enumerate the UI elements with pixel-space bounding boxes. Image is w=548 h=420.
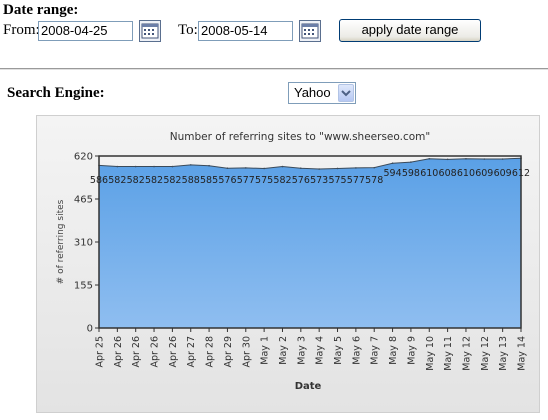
data-label: 577 bbox=[237, 175, 255, 186]
x-tick-label: May 13 bbox=[498, 336, 509, 371]
apply-date-range-button[interactable]: apply date range bbox=[339, 19, 481, 42]
data-label: 575 bbox=[328, 175, 346, 186]
x-tick-label: Apr 28 bbox=[205, 336, 216, 368]
x-tick-label: May 4 bbox=[315, 336, 326, 365]
data-label: 578 bbox=[365, 175, 383, 186]
x-tick-label: May 7 bbox=[370, 336, 381, 365]
data-point bbox=[465, 157, 467, 160]
calendar-icon bbox=[301, 23, 319, 39]
data-point bbox=[318, 168, 320, 170]
data-label: 573 bbox=[310, 175, 328, 186]
data-label: 582 bbox=[145, 175, 163, 186]
x-tick-label: May 14 bbox=[517, 336, 528, 371]
x-tick-label: May 5 bbox=[333, 336, 344, 365]
data-point bbox=[483, 158, 486, 160]
x-tick-label: Apr 27 bbox=[186, 336, 197, 368]
from-date-input[interactable]: 2008-04-25 bbox=[38, 21, 133, 41]
data-point bbox=[410, 161, 412, 163]
x-tick-label: May 12 bbox=[461, 336, 472, 371]
data-point bbox=[373, 166, 376, 169]
x-tick-label: May 9 bbox=[406, 336, 417, 365]
x-axis-label: Date bbox=[295, 381, 322, 392]
data-point bbox=[226, 167, 229, 170]
y-tick-label: 0 bbox=[87, 324, 93, 335]
data-label: 598 bbox=[402, 168, 420, 179]
data-point bbox=[208, 164, 210, 167]
y-axis-label: # of referring sites bbox=[56, 199, 66, 284]
x-tick-label: May 1 bbox=[260, 336, 271, 365]
data-point bbox=[391, 162, 394, 165]
data-point bbox=[189, 164, 192, 166]
data-point bbox=[116, 165, 119, 168]
x-tick-label: May 8 bbox=[388, 336, 399, 365]
x-tick-label: May 2 bbox=[278, 336, 289, 365]
x-tick-label: Apr 26 bbox=[131, 336, 142, 368]
data-label: 577 bbox=[347, 175, 365, 186]
data-label: 608 bbox=[439, 168, 457, 179]
x-tick-label: May 6 bbox=[351, 336, 362, 365]
data-label: 588 bbox=[182, 175, 200, 186]
data-label: 582 bbox=[273, 175, 291, 186]
referring-sites-chart: Number of referring sites to "www.sheers… bbox=[56, 131, 530, 392]
data-point bbox=[501, 158, 504, 160]
data-point bbox=[428, 157, 431, 160]
y-tick-label: 155 bbox=[74, 281, 93, 292]
chart-title: Number of referring sites to "www.sheers… bbox=[170, 131, 430, 143]
y-tick-label: 310 bbox=[74, 238, 93, 249]
search-engine-selected: Yahoo bbox=[294, 85, 331, 100]
data-label: 576 bbox=[218, 175, 236, 186]
date-range-title: Date range: bbox=[3, 2, 79, 18]
data-point bbox=[171, 165, 174, 168]
x-tick-label: Apr 26 bbox=[168, 336, 179, 368]
data-point bbox=[355, 167, 357, 169]
search-engine-label: Search Engine: bbox=[7, 85, 105, 101]
data-label: 582 bbox=[163, 175, 181, 186]
data-label: 610 bbox=[457, 168, 475, 179]
x-tick-label: Apr 29 bbox=[223, 336, 234, 368]
data-label: 609 bbox=[475, 168, 493, 179]
data-point bbox=[336, 167, 339, 170]
data-label: 610 bbox=[420, 168, 438, 179]
x-tick-label: Apr 25 bbox=[95, 336, 106, 368]
data-label: 585 bbox=[200, 175, 218, 186]
data-point bbox=[153, 165, 155, 168]
data-label: 586 bbox=[90, 175, 108, 186]
data-label: 576 bbox=[292, 175, 310, 186]
x-tick-label: May 10 bbox=[425, 336, 436, 371]
to-label: To: bbox=[178, 22, 198, 38]
chevron-down-icon[interactable] bbox=[338, 84, 354, 102]
data-point bbox=[134, 165, 137, 168]
data-label: 575 bbox=[255, 175, 273, 186]
y-tick-label: 465 bbox=[74, 195, 93, 206]
x-tick-label: May 3 bbox=[296, 336, 307, 365]
data-label: 612 bbox=[512, 168, 530, 179]
search-engine-select[interactable]: Yahoo bbox=[288, 82, 356, 104]
data-label: 582 bbox=[108, 175, 126, 186]
data-point bbox=[446, 158, 449, 161]
data-label: 609 bbox=[494, 168, 512, 179]
section-divider bbox=[0, 68, 548, 70]
data-label: 582 bbox=[127, 175, 145, 186]
x-tick-label: Apr 30 bbox=[241, 336, 252, 368]
y-tick-label: 620 bbox=[74, 152, 93, 163]
data-point bbox=[281, 165, 284, 168]
x-tick-label: May 12 bbox=[480, 336, 491, 371]
data-point bbox=[300, 167, 302, 170]
from-calendar-button[interactable] bbox=[139, 20, 161, 42]
data-point bbox=[263, 167, 265, 170]
calendar-icon bbox=[141, 23, 159, 39]
from-label: From: bbox=[3, 22, 40, 38]
data-label: 594 bbox=[383, 168, 401, 179]
to-date-input[interactable]: 2008-05-14 bbox=[198, 21, 293, 41]
data-point bbox=[244, 167, 247, 169]
x-tick-label: May 11 bbox=[443, 336, 454, 371]
to-calendar-button[interactable] bbox=[299, 20, 321, 42]
chart-panel: Number of referring sites to "www.sheers… bbox=[36, 115, 540, 413]
x-tick-label: Apr 26 bbox=[150, 336, 161, 368]
x-tick-label: Apr 26 bbox=[113, 336, 124, 368]
